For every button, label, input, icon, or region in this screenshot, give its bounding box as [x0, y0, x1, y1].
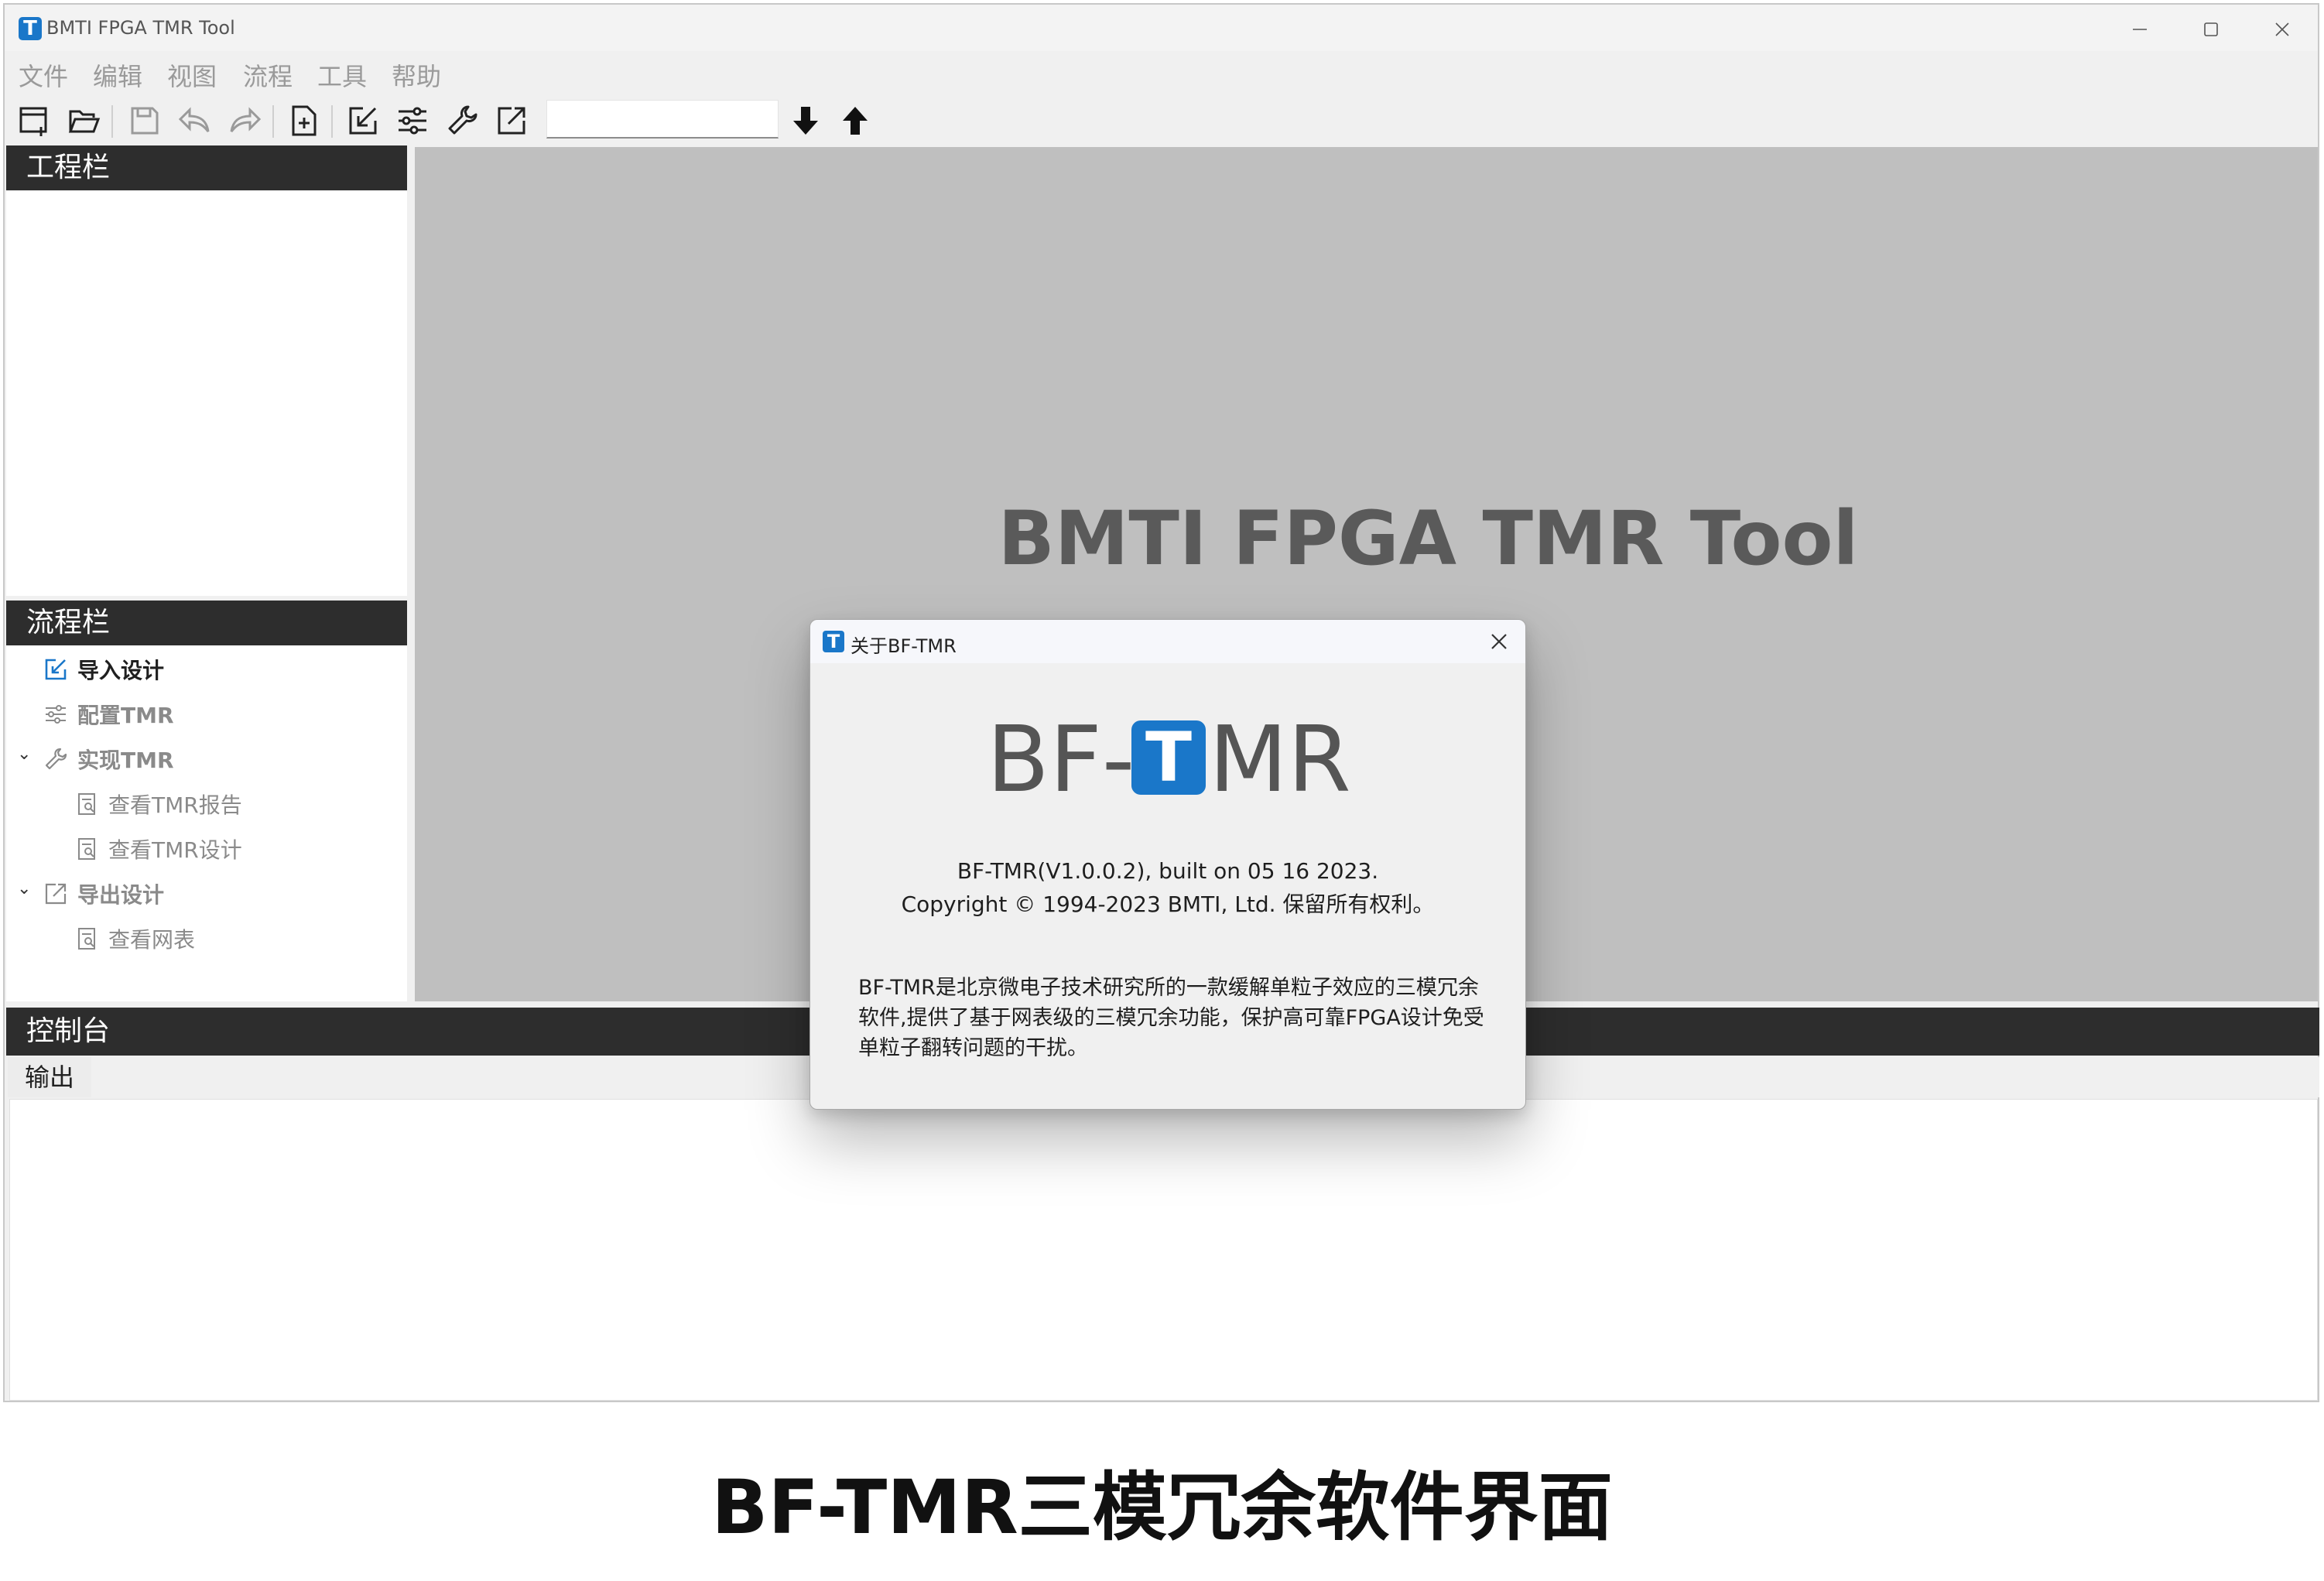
- menu-help[interactable]: 帮助: [392, 57, 441, 93]
- find-next-button[interactable]: [786, 101, 825, 141]
- menu-tools[interactable]: 工具: [317, 57, 367, 93]
- find-previous-button[interactable]: [836, 101, 874, 141]
- toolbar-separator: [331, 105, 333, 138]
- new-project-button[interactable]: [15, 101, 54, 141]
- flow-item-label: 实现TMR: [77, 748, 174, 773]
- toolbar-separator: [272, 105, 274, 138]
- save-icon: [131, 107, 159, 135]
- dialog-title-bar: T 关于BF-TMR: [810, 620, 1525, 663]
- close-icon: [1491, 634, 1507, 649]
- flow-item-export-design[interactable]: 导出设计: [43, 874, 164, 913]
- config-button[interactable]: [393, 101, 432, 141]
- import-icon: [349, 107, 377, 135]
- project-panel-header: 工程栏: [6, 145, 407, 190]
- flow-panel: 导入设计 配置TMR ⌄ 实现TMR 查看TMR报告 查看TMR设计 ⌄ 导出设…: [6, 645, 407, 1001]
- minimize-button[interactable]: [2107, 11, 2173, 48]
- logo-suffix: MR: [1209, 706, 1351, 813]
- report-icon: [78, 793, 95, 815]
- search-input[interactable]: [546, 100, 779, 139]
- maximize-icon: [2204, 22, 2218, 36]
- minimize-icon: [2133, 29, 2147, 30]
- flow-item-label: 查看TMR报告: [108, 792, 242, 818]
- about-dialog: T 关于BF-TMR BF- MR T BF-TMR(V1.0.0.2), bu…: [809, 619, 1526, 1110]
- splash-title: BMTI FPGA TMR Tool: [998, 495, 1859, 582]
- logo-prefix: BF-: [987, 706, 1135, 813]
- menu-flow[interactable]: 流程: [243, 57, 293, 93]
- project-panel: [6, 190, 407, 596]
- chevron-down-icon[interactable]: ⌄: [17, 879, 31, 898]
- title-bar: T BMTI FPGA TMR Tool: [5, 5, 2318, 51]
- flow-panel-header: 流程栏: [6, 601, 407, 645]
- chevron-down-icon[interactable]: ⌄: [17, 744, 31, 764]
- app-icon: T: [19, 17, 42, 40]
- toolbar: [5, 96, 2318, 145]
- menu-file[interactable]: 文件: [19, 57, 68, 93]
- flow-item-config-tmr[interactable]: 配置TMR: [43, 695, 174, 734]
- close-icon: [2275, 22, 2289, 36]
- new-project-icon: [19, 107, 47, 136]
- image-caption: BF-TMR三模冗余软件界面: [711, 1464, 1613, 1551]
- wrench-icon: [45, 748, 67, 770]
- menu-view[interactable]: 视图: [167, 57, 217, 93]
- report-icon: [78, 928, 95, 950]
- report-icon: [78, 838, 95, 860]
- maximize-button[interactable]: [2178, 11, 2244, 48]
- import-button[interactable]: [344, 101, 382, 141]
- export-icon: [45, 883, 67, 905]
- menu-bar: 文件 编辑 视图 流程 工具 帮助: [5, 53, 2318, 93]
- toolbar-separator: [111, 105, 113, 138]
- arrow-down-icon: [793, 107, 818, 135]
- new-file-icon: [292, 105, 317, 136]
- tab-output[interactable]: 输出: [8, 1057, 92, 1097]
- dialog-title: 关于BF-TMR: [851, 635, 957, 657]
- undo-icon: [178, 107, 210, 132]
- dialog-close-button[interactable]: [1485, 628, 1513, 655]
- implement-button[interactable]: [443, 101, 481, 141]
- flow-item-label: 配置TMR: [77, 703, 174, 728]
- window-title: BMTI FPGA TMR Tool: [46, 17, 235, 39]
- open-folder-icon: [68, 110, 101, 133]
- undo-button[interactable]: [175, 101, 214, 141]
- import-icon: [45, 659, 67, 680]
- flow-item-label: 导入设计: [77, 658, 165, 683]
- app-icon: T: [823, 631, 844, 652]
- close-button[interactable]: [2249, 11, 2315, 48]
- copyright-text: Copyright © 1994-2023 BMTI, Ltd. 保留所有权利。: [901, 891, 1435, 917]
- open-button[interactable]: [65, 101, 104, 141]
- description-text: BF-TMR是北京微电子技术研究所的一款缓解单粒子效应的三模冗余软件,提供了基于…: [858, 976, 1484, 1060]
- flow-item-view-netlist[interactable]: 查看网表: [76, 919, 195, 958]
- logo-t-badge: T: [1131, 720, 1206, 795]
- config-sliders-icon: [46, 705, 66, 724]
- export-button[interactable]: [492, 101, 531, 141]
- flow-item-label: 查看网表: [108, 927, 196, 953]
- save-button[interactable]: [125, 101, 164, 141]
- app-window: T BMTI FPGA TMR Tool 文件 编辑 视图 流程 工具 帮助 工…: [3, 3, 2319, 1402]
- flow-item-import-design[interactable]: 导入设计: [43, 650, 164, 689]
- flow-item-implement-tmr[interactable]: 实现TMR: [43, 740, 174, 779]
- version-text: BF-TMR(V1.0.0.2), built on 05 16 2023.: [957, 858, 1379, 884]
- arrow-up-icon: [843, 107, 868, 135]
- flow-item-label: 查看TMR设计: [108, 837, 242, 863]
- config-sliders-icon: [399, 107, 426, 135]
- redo-icon: [230, 107, 262, 132]
- flow-item-view-tmr-report[interactable]: 查看TMR报告: [76, 785, 242, 823]
- new-file-button[interactable]: [285, 101, 323, 141]
- export-icon: [498, 107, 525, 135]
- flow-item-label: 导出设计: [77, 882, 165, 908]
- menu-edit[interactable]: 编辑: [93, 57, 142, 93]
- redo-button[interactable]: [226, 101, 265, 141]
- flow-item-view-tmr-design[interactable]: 查看TMR设计: [76, 830, 242, 868]
- console-output[interactable]: [9, 1099, 2318, 1401]
- wrench-icon: [448, 105, 477, 135]
